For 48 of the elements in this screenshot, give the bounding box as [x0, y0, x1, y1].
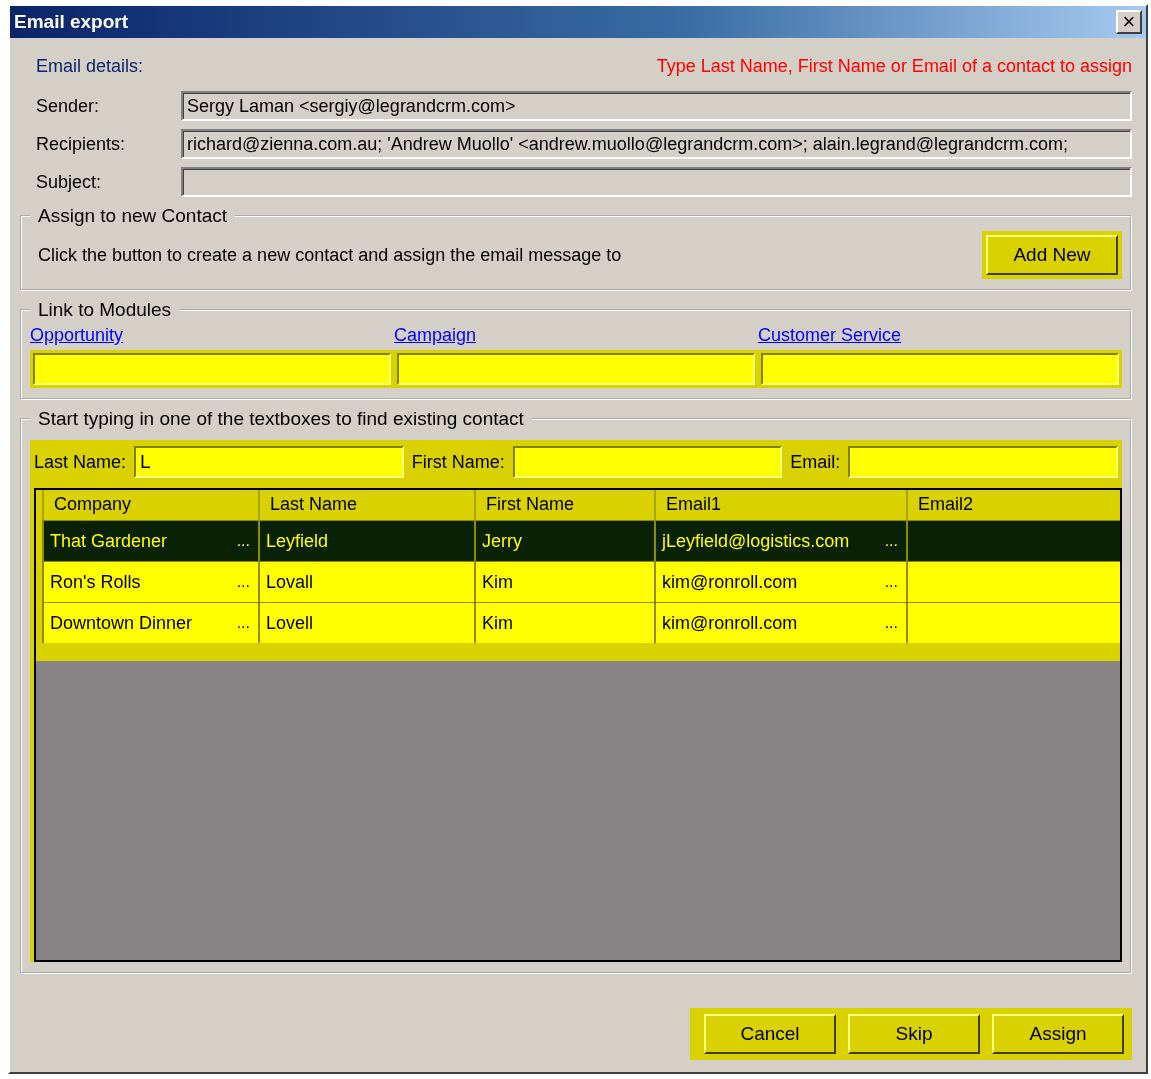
table-row[interactable]: That Gardener ... Leyfield Jerry jLeyfield@logistics.com ... — [42, 520, 1120, 561]
window-title: Email export — [14, 11, 129, 33]
dialog-button[interactable]: Skip — [848, 1014, 980, 1054]
table-cell: Lovall — [266, 571, 314, 593]
ellipsis-button[interactable]: ... — [234, 614, 252, 632]
text-field[interactable] — [181, 167, 1132, 197]
text-field[interactable]: richard@zienna.com.au; 'Andrew Muollo' <andrew.muollo@legrandcrm.com>; alain.legrand@legrandcrm.com; — [181, 129, 1132, 159]
group-title: Assign to new Contact — [37, 205, 229, 227]
table-cell: jLeyfield@logistics.com — [662, 530, 850, 552]
ellipsis-button[interactable]: ... — [882, 614, 900, 632]
module-link[interactable]: Opportunity — [30, 325, 124, 346]
ellipsis-button[interactable]: ... — [234, 532, 252, 550]
close-button[interactable]: × — [1116, 10, 1142, 34]
field-label: Sender: — [36, 95, 101, 117]
table-cell: Leyfield — [266, 530, 329, 552]
table-cell: That Gardener — [50, 530, 168, 552]
field-label: Subject: — [36, 171, 103, 193]
section-heading: Email details: — [36, 56, 144, 77]
add-new-button[interactable]: Add New — [986, 235, 1118, 275]
dialog-button[interactable]: Assign — [992, 1014, 1124, 1054]
table-row[interactable]: Downtown Dinner ... Lovell Kim kim@ronroll.com ... — [42, 602, 1120, 643]
table-cell: Jerry — [482, 530, 522, 552]
search-field[interactable]: L — [134, 446, 404, 478]
table-cell: Kim — [482, 571, 513, 593]
ellipsis-button[interactable]: ... — [882, 532, 900, 550]
table-row[interactable]: Ron's Rolls ... Lovall Kim kim@ronroll.com ... — [42, 561, 1120, 602]
table-cell: kim@ronroll.com — [662, 612, 798, 634]
module-link[interactable]: Campaign — [394, 325, 477, 346]
field-label: Email: — [790, 451, 841, 473]
table-cell: kim@ronroll.com — [662, 571, 798, 593]
search-field[interactable] — [512, 446, 783, 478]
ellipsis-button[interactable]: ... — [234, 573, 252, 591]
text-field[interactable]: Sergy Laman <sergiy@legrandcrm.com> — [181, 91, 1132, 121]
module-link[interactable]: Customer Service — [758, 325, 902, 346]
table-cell: Ron's Rolls — [50, 571, 141, 593]
group-title: Link to Modules — [37, 299, 173, 321]
table-cell: Kim — [482, 612, 513, 634]
search-field[interactable] — [848, 446, 1118, 478]
field-label: First Name: — [411, 451, 505, 473]
ellipsis-button[interactable]: ... — [882, 573, 900, 591]
instruction-text: Click the button to create a new contact and assign the email message to — [38, 244, 622, 266]
field-label: Recipients: — [36, 133, 127, 155]
hint-text: Type Last Name, First Name or Email of a contact to assign — [656, 56, 1132, 77]
field-label: Last Name: — [34, 451, 127, 473]
group-title: Start typing in one of the textboxes to find existing contact — [37, 408, 525, 430]
dialog-button[interactable]: Cancel — [704, 1014, 836, 1054]
table-cell: Lovell — [266, 612, 314, 634]
table-cell: Downtown Dinner — [50, 612, 193, 634]
